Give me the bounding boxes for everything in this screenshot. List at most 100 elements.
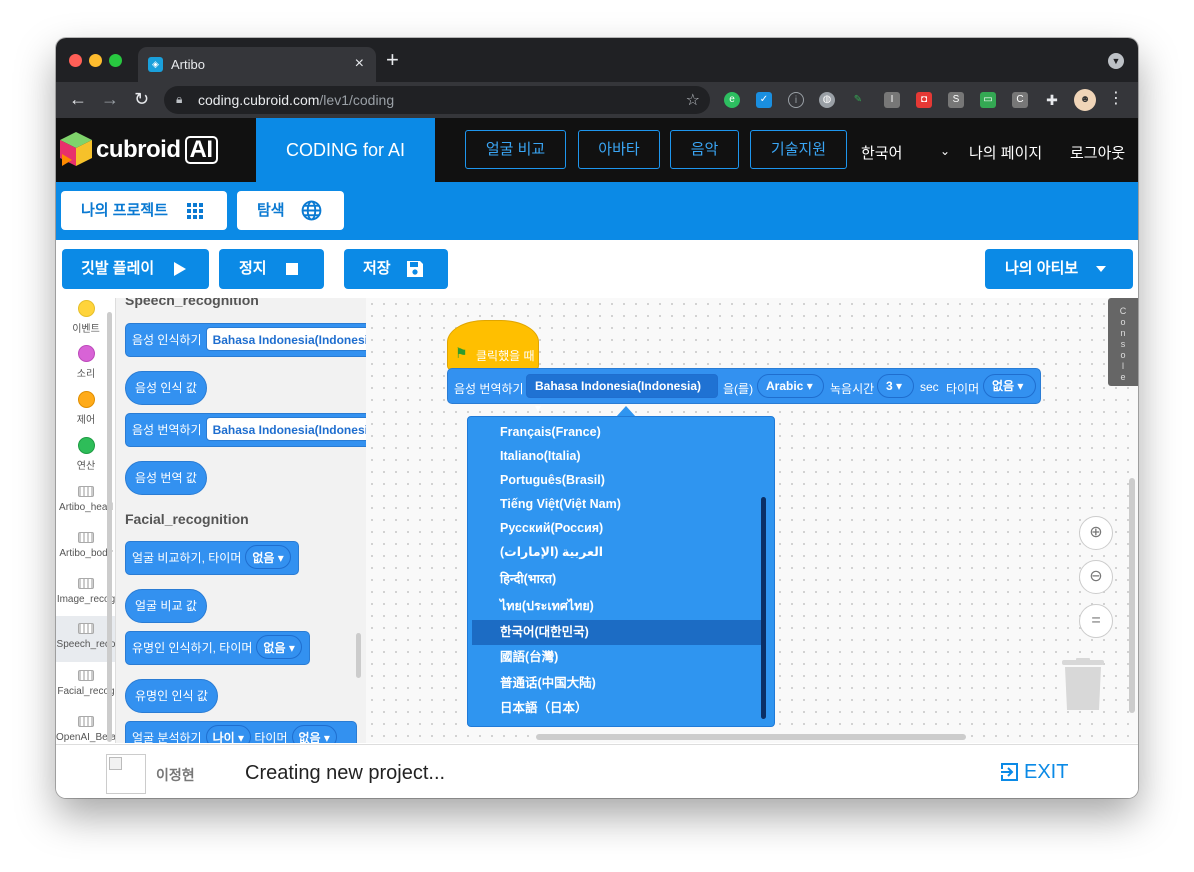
language-option[interactable]: Français(France) [472, 420, 766, 445]
language-option[interactable]: العربية (الإمارات) [472, 540, 766, 565]
timer-dropdown[interactable]: 없음 ▾ [291, 725, 337, 743]
workspace-horizontal-scrollbar[interactable] [536, 734, 966, 740]
language-select[interactable]: 한국어 [861, 142, 902, 163]
translate-value-block[interactable]: 음성 번역 값 [125, 461, 207, 495]
language-field[interactable]: Bahasa Indonesia(Indonesia) [205, 327, 366, 351]
minimize-window-icon[interactable] [89, 54, 102, 67]
s-extension-icon[interactable]: S [948, 92, 964, 108]
my-artibo-dropdown[interactable]: 나의 아티보 [985, 249, 1133, 289]
lock-icon: 🔒︎ [176, 92, 183, 106]
sec-label: sec [920, 380, 939, 394]
language-option[interactable]: हिन्दी(भारत) [472, 567, 766, 592]
tech-support-button[interactable]: 기술지원 [750, 130, 847, 169]
language-option[interactable]: 日本語（日本） [472, 696, 766, 721]
pen-extension-icon[interactable]: ✎ [850, 92, 866, 108]
username: 이정현 [156, 767, 195, 783]
address-bar[interactable]: 🔒︎ coding.cubroid.com/lev1/coding ☆ [164, 86, 710, 114]
target-language-dropdown[interactable]: Arabic ▾ [757, 374, 824, 398]
save-button[interactable]: 저장 [344, 249, 448, 289]
info-extension-icon[interactable]: i [788, 92, 804, 108]
timer-dropdown[interactable]: 없음 ▾ [245, 545, 291, 569]
my-projects-label: 나의 프로젝트 [81, 202, 168, 219]
language-option[interactable]: Italiano(Italia) [472, 444, 766, 469]
zoom-in-icon[interactable]: ⊕ [1079, 516, 1113, 550]
source-language-dropdown[interactable]: Bahasa Indonesia(Indonesia) ▾ [526, 374, 718, 415]
new-tab-icon[interactable]: + [386, 49, 399, 71]
user-avatar[interactable] [106, 754, 146, 794]
language-option[interactable]: ไทย(ประเทศไทย) [472, 594, 766, 619]
face-compare-block[interactable]: 얼굴 비교하기, 타이머 없음 ▾ [125, 541, 299, 575]
c-extension-icon[interactable]: C [1012, 92, 1028, 108]
bookmark-star-icon[interactable]: ☆ [686, 90, 700, 110]
celebrity-value-block[interactable]: 유명인 인식 값 [125, 679, 218, 713]
speech-translate-block[interactable]: 음성 번역하기 Bahasa Indonesia(Indonesia) ▾ 을(… [447, 368, 1041, 415]
console-toggle[interactable]: Console [1108, 298, 1138, 386]
chevron-down-icon[interactable]: ⌄ [940, 144, 950, 158]
reload-icon[interactable]: ↻ [134, 88, 149, 110]
stop-icon [286, 263, 298, 275]
check-extension-icon[interactable]: ✓ [756, 92, 772, 108]
tab-search-icon[interactable]: ▼ [1108, 53, 1124, 69]
robot-extension-icon[interactable]: ◘ [916, 92, 932, 108]
exit-icon [1001, 763, 1018, 781]
globe-extension-icon[interactable]: ◍ [819, 92, 835, 108]
face-compare-value-block[interactable]: 얼굴 비교 값 [125, 589, 207, 623]
music-button[interactable]: 음악 [670, 130, 739, 169]
language-option[interactable]: Tiếng Việt(Việt Nam) [472, 492, 766, 517]
language-option[interactable]: Português(Brasil) [472, 468, 766, 493]
face-analysis-block[interactable]: 얼굴 분석하기 나이 ▾ 타이머 없음 ▾ [125, 721, 357, 743]
age-dropdown[interactable]: 나이 ▾ [205, 725, 252, 743]
maximize-window-icon[interactable] [109, 54, 122, 67]
stop-button[interactable]: 정지 [219, 249, 324, 289]
flag-play-button[interactable]: 깃발 플레이 [62, 249, 209, 289]
browser-menu-icon[interactable]: ⋮ [1108, 88, 1124, 110]
floppy-disk-icon [407, 261, 423, 277]
close-window-icon[interactable] [69, 54, 82, 67]
speech-translate-block[interactable]: 음성 번역하기 Bahasa Indonesia(Indonesia) [125, 413, 366, 447]
dropdown-scrollbar[interactable] [761, 497, 766, 719]
language-option-selected[interactable]: 한국어(대한민국) [472, 620, 766, 645]
language-field[interactable]: Bahasa Indonesia(Indonesia) [205, 417, 366, 441]
forward-icon[interactable]: → [101, 88, 119, 110]
explore-button[interactable]: 탐색 [237, 191, 344, 230]
palette-scrollbar[interactable] [356, 633, 361, 678]
face-compare-button[interactable]: 얼굴 비교 [465, 130, 566, 169]
record-time-dropdown[interactable]: 3 ▾ [877, 374, 914, 398]
when-flag-clicked-block[interactable]: ⚑ 클릭했을 때 [447, 320, 539, 370]
logout-link[interactable]: 로그아웃 [1070, 142, 1125, 163]
language-option[interactable]: 普通话(中国大陆) [472, 671, 766, 696]
my-artibo-label: 나의 아티보 [1005, 260, 1079, 277]
language-option[interactable]: Русский(Россия) [472, 516, 766, 541]
workspace-vertical-scrollbar[interactable] [1129, 478, 1135, 713]
timer-dropdown[interactable]: 없음 ▾ [256, 635, 302, 659]
chip-icon [78, 532, 94, 543]
profile-avatar-icon[interactable]: ☻ [1074, 89, 1096, 111]
globe-icon [301, 200, 322, 221]
exit-button[interactable]: EXIT [1000, 761, 1068, 784]
puzzle-extension-icon[interactable]: ✚ [1044, 92, 1060, 108]
evernote-extension-icon[interactable]: e [724, 92, 740, 108]
cubroid-logo[interactable]: cubroid AI [58, 130, 218, 170]
celebrity-recognize-block[interactable]: 유명인 인식하기, 타이머 없음 ▾ [125, 631, 310, 665]
coding-for-ai-tab[interactable]: CODING for AI [256, 118, 435, 182]
my-projects-button[interactable]: 나의 프로젝트 [61, 191, 227, 230]
zoom-out-icon[interactable]: ⊖ [1079, 560, 1113, 594]
avatar-button[interactable]: 아바타 [578, 130, 660, 169]
favicon-icon: ◈ [148, 57, 163, 72]
speech-recognize-block[interactable]: 음성 인식하기 Bahasa Indonesia(Indonesia) [125, 323, 366, 357]
close-tab-icon[interactable]: × [355, 55, 364, 73]
speech-value-block[interactable]: 음성 인식 값 [125, 371, 207, 405]
code-workspace[interactable]: ⚑ 클릭했을 때 음성 번역하기 Bahasa Indonesia(Indone… [366, 298, 1138, 743]
record-time-label: 녹음시간 [830, 382, 875, 396]
timer-dropdown[interactable]: 없음 ▾ [983, 374, 1036, 398]
browser-tab[interactable]: ◈ Artibo × [138, 47, 376, 82]
zoom-reset-icon[interactable]: = [1079, 604, 1113, 638]
language-option[interactable]: 國語(台灣) [472, 645, 766, 670]
grid-icon [187, 203, 203, 219]
trash-can-icon[interactable] [1062, 658, 1104, 712]
category-scrollbar[interactable] [107, 312, 112, 742]
my-page-link[interactable]: 나의 페이지 [969, 142, 1042, 163]
i-extension-icon[interactable]: I [884, 92, 900, 108]
card-extension-icon[interactable]: ▭ [980, 92, 996, 108]
back-icon[interactable]: ← [69, 88, 87, 110]
